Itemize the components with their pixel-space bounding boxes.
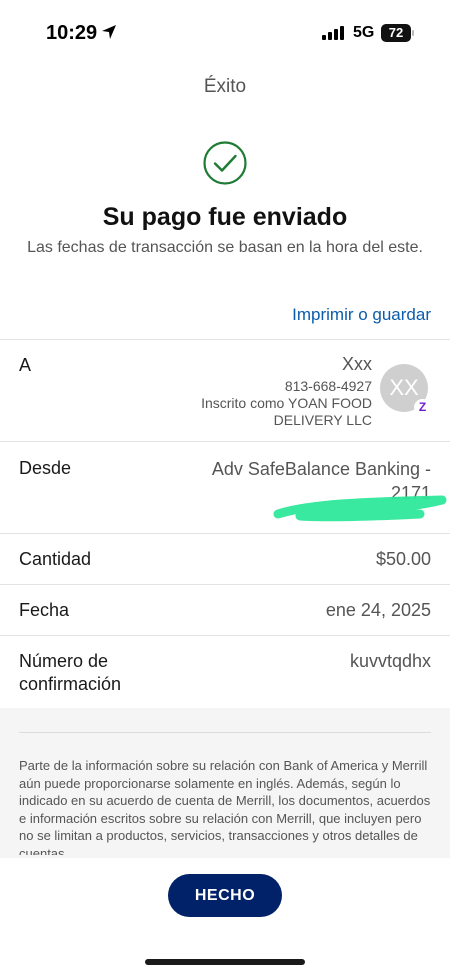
cellular-signal-icon [322, 26, 344, 40]
done-button[interactable]: HECHO [168, 874, 282, 917]
divider [0, 339, 450, 340]
amount-value: $50.00 [375, 549, 431, 569]
disclaimer-text: Parte de la información sobre su relació… [19, 758, 431, 855]
status-bar: 10:29 5G 72 [0, 0, 450, 62]
divider [0, 584, 450, 585]
date-value: ene 24, 2025 [325, 600, 431, 620]
timezone-note: Las fechas de transacción se basan en la… [27, 239, 423, 256]
network-type: 5G [353, 24, 375, 41]
battery-icon: 72 [381, 24, 411, 42]
divider [0, 635, 450, 636]
recipient-phone: 813-668-4927 [284, 378, 372, 394]
home-indicator[interactable] [145, 959, 305, 965]
redaction-scribble [273, 495, 447, 522]
recipient-name: Xxx [341, 354, 372, 374]
divider [19, 732, 431, 733]
location-arrow-icon [102, 25, 116, 39]
divider [0, 533, 450, 534]
confirmation-number-label: Número de confirmación [19, 651, 122, 694]
success-headline: Su pago fue enviado [102, 203, 348, 231]
recipient-enrolled-as: Inscrito como YOAN FOOD DELIVERY LLC [201, 395, 372, 428]
checkmark-circle-icon [203, 141, 247, 185]
from-label: Desde [19, 458, 72, 478]
page-title: Éxito [203, 76, 247, 97]
status-time: 10:29 [46, 22, 98, 44]
confirmation-number-value: kuvvtqdhx [349, 651, 431, 671]
divider [0, 441, 450, 442]
to-label: A [19, 355, 32, 375]
battery-tip [412, 30, 414, 36]
amount-label: Cantidad [19, 549, 92, 569]
print-or-save-link[interactable]: Imprimir o guardar [292, 305, 431, 325]
zelle-icon: Z [414, 399, 431, 416]
date-label: Fecha [19, 600, 70, 620]
